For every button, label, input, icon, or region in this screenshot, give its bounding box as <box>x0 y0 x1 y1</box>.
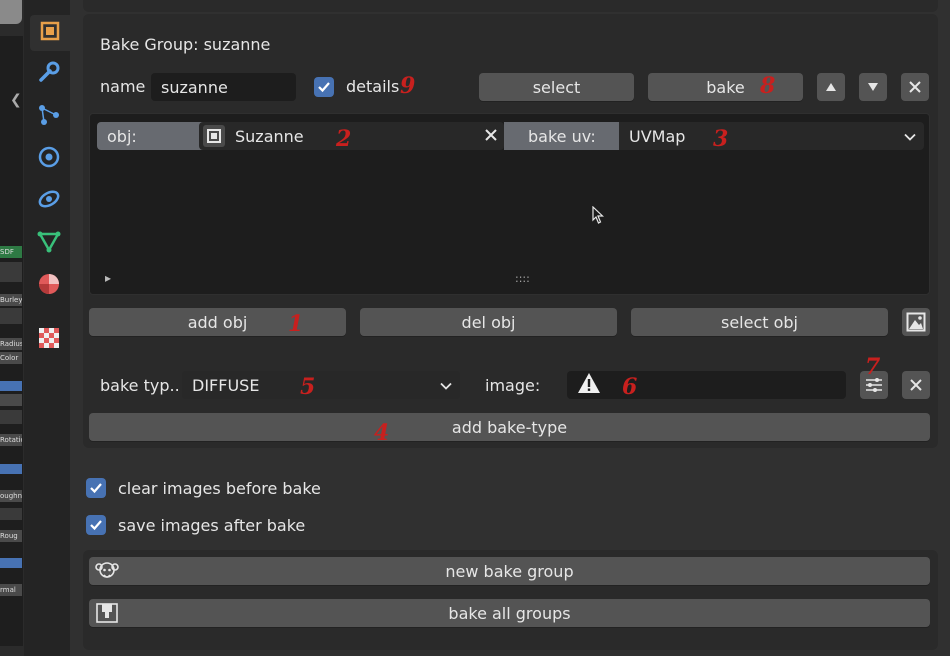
data-icon <box>37 229 61 257</box>
node-row <box>0 394 22 406</box>
constraints-icon <box>37 187 61 215</box>
image-preview-button[interactable] <box>902 308 930 336</box>
remove-group-button[interactable] <box>901 73 929 101</box>
bake-uv-label-cell: bake uv: <box>504 122 619 150</box>
image-label: image: <box>485 376 541 395</box>
mouse-cursor-icon <box>592 205 605 228</box>
chevron-down-icon <box>440 376 452 395</box>
checkmark-icon <box>318 82 330 93</box>
physics-tab[interactable] <box>31 141 67 177</box>
node-sdf-label: SDF <box>0 246 22 258</box>
node-color-label: Color <box>0 352 22 364</box>
close-icon <box>910 379 922 391</box>
node-rotation-label: Rotatio <box>0 434 22 446</box>
constraints-tab[interactable] <box>31 183 67 219</box>
monkey-icon <box>95 560 119 586</box>
annotation-mark: 9 <box>400 73 416 99</box>
physics-icon <box>37 145 61 173</box>
annotation-mark: 3 <box>713 126 729 152</box>
list-resize-grip[interactable]: :::: <box>515 272 530 285</box>
select-obj-button[interactable]: select obj <box>631 308 888 336</box>
node-slider[interactable] <box>0 558 22 568</box>
image-field[interactable] <box>567 371 846 399</box>
node-row <box>0 308 22 324</box>
modifiers-tab[interactable] <box>31 56 67 92</box>
texture-icon <box>37 326 61 354</box>
material-tab[interactable] <box>31 268 67 304</box>
image-icon <box>906 312 926 332</box>
save-images-checkbox[interactable] <box>86 515 106 535</box>
node-editor-area: SDF Burley Radius Color Rotatio oughne R… <box>0 36 23 646</box>
annotation-mark: 1 <box>288 311 304 337</box>
obj-value: Suzanne <box>235 126 304 146</box>
triangle-up-icon <box>826 83 836 91</box>
annotation-mark: 4 <box>374 420 390 446</box>
chevron-down-icon <box>904 127 916 146</box>
annotation-mark: 7 <box>865 354 881 380</box>
node-radius-label: Radius <box>0 338 22 350</box>
node-normal-label: rmal <box>0 584 22 596</box>
obj-label-cell: obj: <box>97 122 209 150</box>
bake-type-dropdown[interactable]: DIFFUSE <box>182 371 460 399</box>
add-bake-type-button[interactable]: add bake-type <box>89 413 930 441</box>
particles-tab[interactable] <box>31 99 67 135</box>
annotation-mark: 5 <box>300 374 316 400</box>
bake-button[interactable]: bake <box>648 73 803 101</box>
chevron-left-icon[interactable]: ❮ <box>10 92 22 108</box>
node-row <box>0 410 22 424</box>
data-tab[interactable] <box>31 225 67 261</box>
name-input[interactable]: suzanne <box>151 73 296 101</box>
mesh-object-icon <box>203 125 225 147</box>
material-icon <box>37 272 61 300</box>
select-button[interactable]: select <box>479 73 634 101</box>
texture-tab[interactable] <box>31 322 67 358</box>
node-burley-label: Burley <box>0 294 22 306</box>
left-top-button[interactable] <box>0 0 22 24</box>
clear-images-checkbox[interactable] <box>86 478 106 498</box>
move-down-button[interactable] <box>859 73 887 101</box>
save-images-label: save images after bake <box>118 516 306 535</box>
panel-title: Bake Group: suzanne <box>100 35 271 54</box>
annotation-mark: 6 <box>622 374 638 400</box>
bake-groups-header <box>83 0 938 12</box>
list-expand-toggle[interactable]: ▸ <box>105 271 111 285</box>
bake-all-groups-button[interactable]: bake all groups <box>89 599 930 627</box>
bake-type-label: bake typ.. <box>100 376 180 395</box>
details-checkbox[interactable] <box>314 77 334 97</box>
annotation-mark: 2 <box>336 126 352 152</box>
remove-bake-type-button[interactable] <box>902 371 930 399</box>
node-rough2-label: Roug <box>0 530 22 542</box>
del-obj-button[interactable]: del obj <box>360 308 617 336</box>
details-label: details <box>346 77 400 96</box>
warning-icon <box>577 372 601 398</box>
node-roughness-label: oughne <box>0 490 22 502</box>
checkmark-icon <box>90 520 102 531</box>
object-icon <box>38 19 62 47</box>
node-row <box>0 508 22 520</box>
obj-field[interactable]: Suzanne <box>199 122 504 150</box>
clear-icon[interactable] <box>484 127 498 146</box>
close-icon <box>909 81 921 93</box>
node-slider[interactable] <box>0 464 22 474</box>
move-up-button[interactable] <box>817 73 845 101</box>
bake-uv-dropdown[interactable]: UVMap <box>619 122 924 150</box>
new-bake-group-button[interactable]: new bake group <box>89 557 930 585</box>
node-row <box>0 262 22 282</box>
add-obj-button[interactable]: add obj <box>89 308 346 336</box>
checkmark-icon <box>90 483 102 494</box>
render-image-icon <box>95 602 119 628</box>
annotation-mark: 8 <box>760 73 776 99</box>
triangle-down-icon <box>868 83 878 91</box>
node-slider[interactable] <box>0 381 22 391</box>
particles-icon <box>37 103 61 131</box>
name-label: name <box>100 77 146 96</box>
wrench-icon <box>37 60 61 88</box>
object-tab[interactable] <box>30 15 70 51</box>
bake-type-value: DIFFUSE <box>192 375 260 395</box>
bake-uv-value: UVMap <box>629 126 686 146</box>
clear-images-label: clear images before bake <box>118 479 321 498</box>
